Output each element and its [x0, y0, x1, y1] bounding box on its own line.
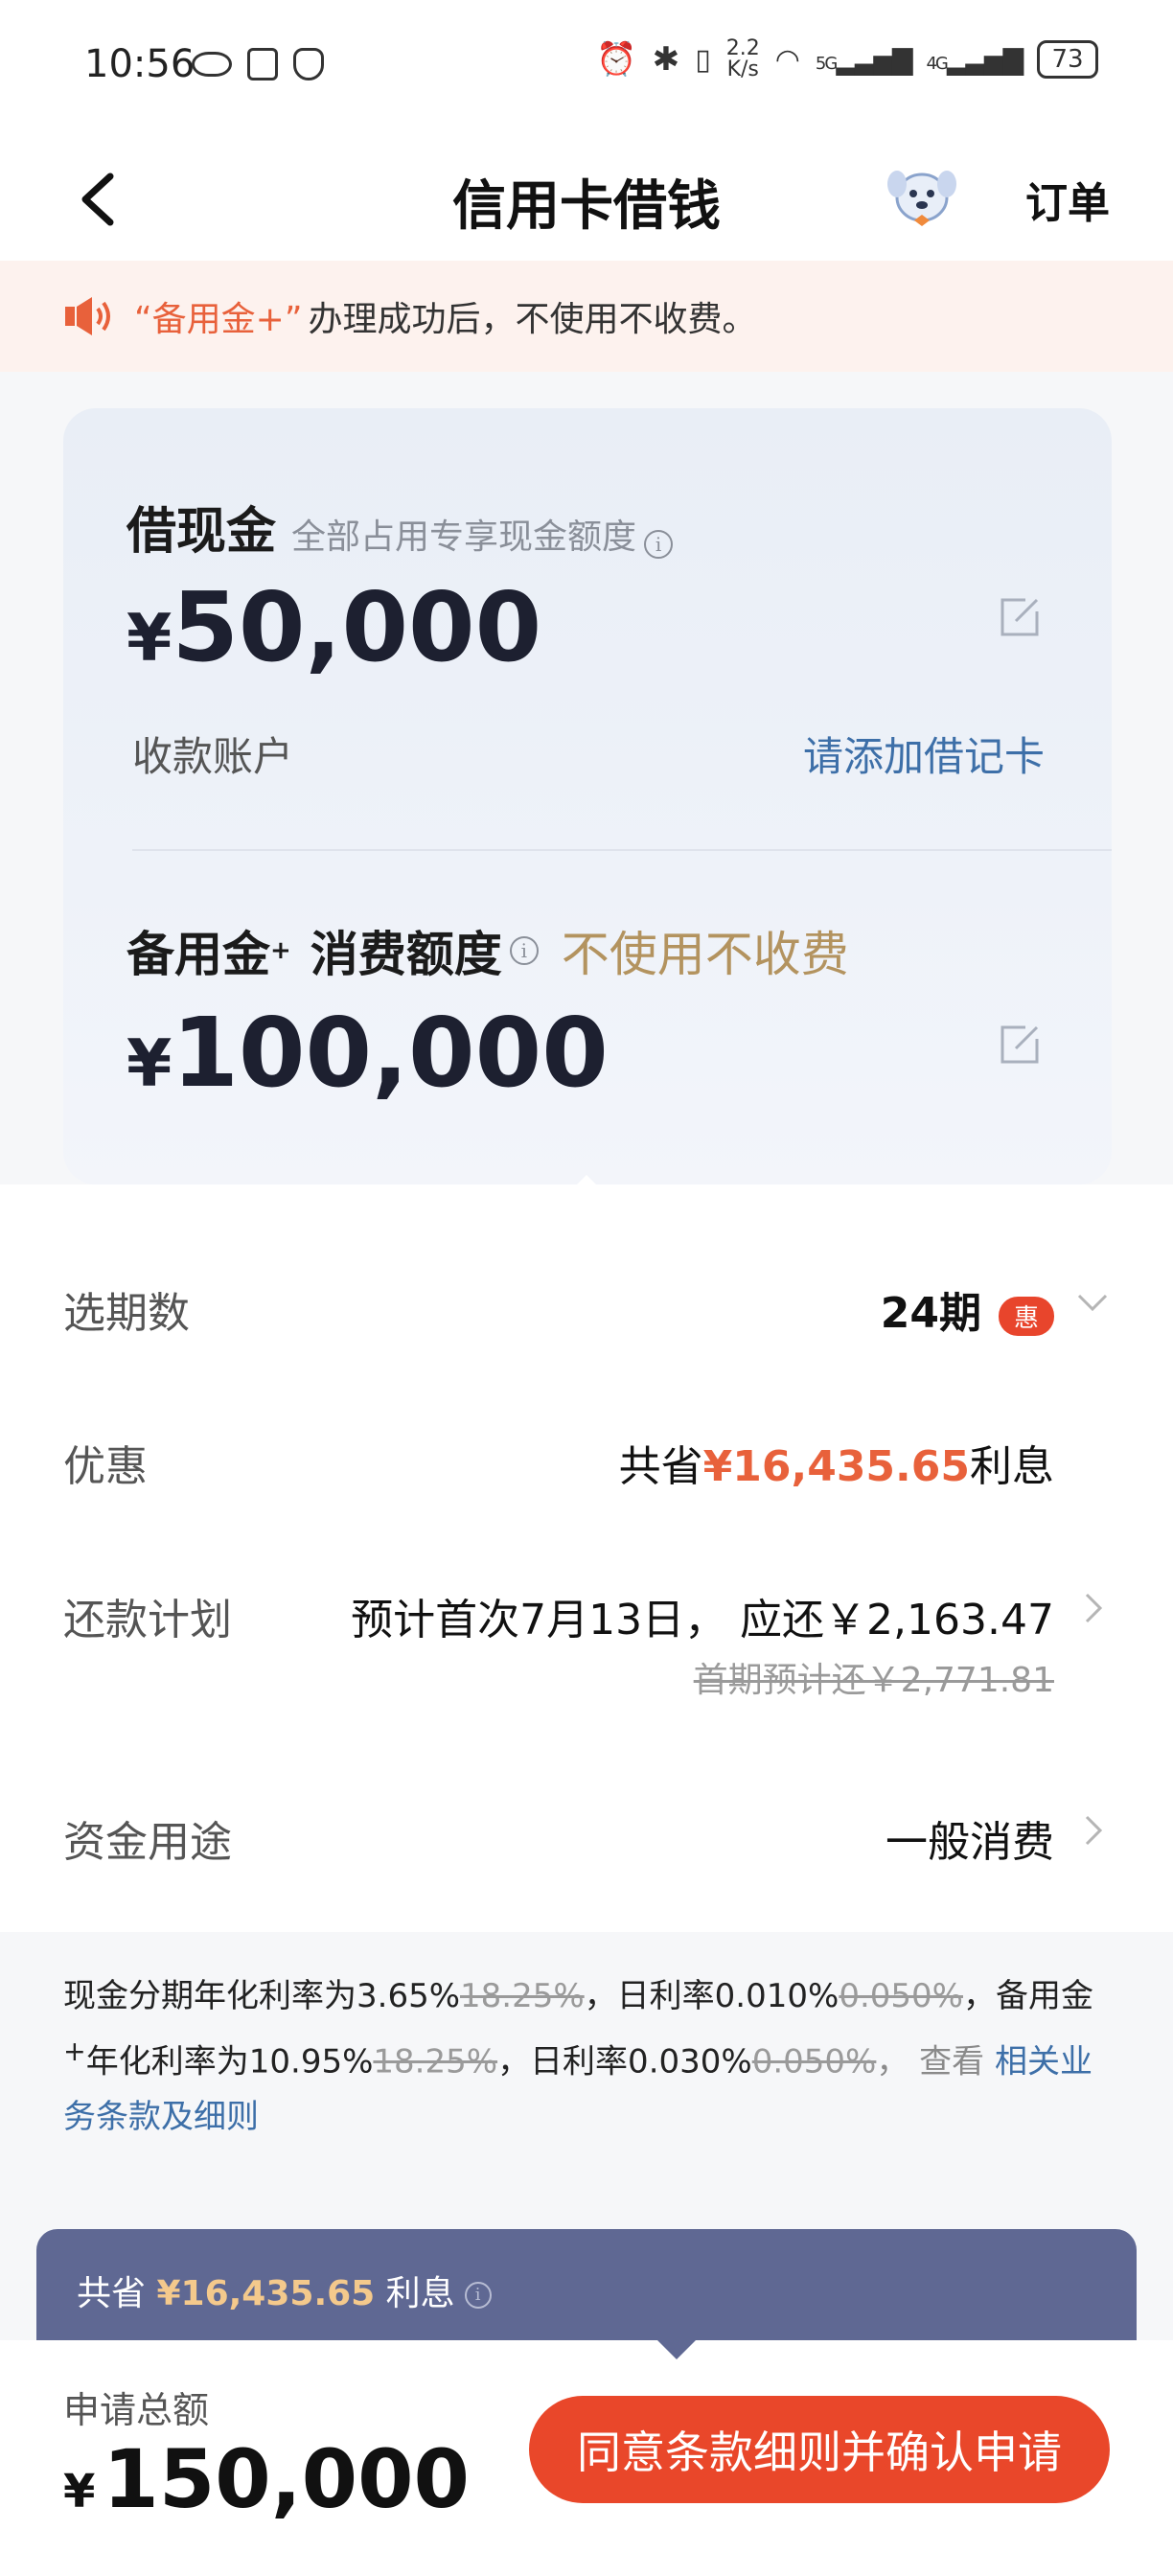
reserve-currency: ¥ [126, 1026, 172, 1102]
reserve-label: 备用金 [126, 927, 270, 982]
cash-label: 借现金 [126, 503, 277, 561]
cash-amount-value: 50,000 [172, 571, 542, 683]
signal-4g-label: 4G [926, 53, 948, 74]
eye-icon [192, 52, 232, 77]
chevron-right-icon[interactable] [1073, 1589, 1112, 1627]
terms-reserve-daily-original: 0.050% [751, 2042, 877, 2082]
notice-bar: “备用金+” 办理成功后，不使用不收费。 [0, 261, 1173, 372]
signal-5g: 5G▂▃▅▇ [815, 43, 913, 76]
terms-reserve-plus: + [63, 2036, 86, 2067]
savings-amount: ¥16,435.65 [156, 2274, 376, 2313]
cash-amount: ¥50,000 [126, 571, 541, 683]
savings-suffix: 利息 [385, 2274, 455, 2313]
status-bar: 10:56 ⏰ ✱ ▯ 2.2 K/s ◠ 5G▂▃▅▇ 4G▂▃▅▇ 73 [0, 0, 1173, 134]
savings-text: 共省 ¥16,435.65 利息 i [77, 2266, 492, 2315]
battery-icon: 73 [1037, 40, 1098, 79]
edit-icon[interactable] [997, 594, 1043, 640]
info-icon[interactable]: i [509, 936, 539, 965]
shield-icon [293, 48, 324, 80]
discount-badge: 惠 [998, 1296, 1054, 1336]
reserve-amount: ¥100,000 [126, 997, 609, 1109]
purpose-row[interactable]: 资金用途 一般消费 [63, 1807, 1112, 1867]
terms-cash-daily-original: 0.050% [839, 1977, 963, 2015]
savings-banner: 共省 ¥16,435.65 利息 i [36, 2229, 1137, 2354]
term-label: 选期数 [63, 1289, 190, 1338]
network-speed: 2.2 K/s [726, 38, 760, 80]
term-value: 24期 [880, 1289, 981, 1338]
bluetooth-icon: ✱ [652, 40, 680, 79]
order-link[interactable]: 订单 [1025, 169, 1110, 230]
chevron-right-icon[interactable] [1073, 1811, 1112, 1850]
discount-amount: ¥16,435.65 [702, 1442, 970, 1491]
page-title: 信用卡借钱 [452, 175, 721, 238]
purpose-value: 一般消费 [886, 1818, 1054, 1867]
add-debit-card-link[interactable]: 请添加借记卡 [803, 724, 1045, 783]
discount-suffix: 利息 [970, 1442, 1054, 1491]
speed-unit: K/s [726, 58, 759, 81]
status-right-icons: ⏰ ✱ ▯ 2.2 K/s ◠ 5G▂▃▅▇ 4G▂▃▅▇ 73 [596, 38, 1098, 80]
terms-reserve-label: ，备用金 [962, 1977, 1093, 2015]
terms-cash-rate: 现金分期年化利率为3.65% [63, 1977, 461, 2015]
cash-sublabel: 全部占用专享现金额度 [291, 518, 637, 557]
alarm-icon: ⏰ [596, 40, 637, 79]
reserve-tag: 不使用不收费 [561, 927, 849, 982]
reserve-plus: + [270, 936, 291, 965]
notice-text: 办理成功后，不使用不收费。 [308, 300, 757, 339]
total-label: 申请总额 [63, 2389, 210, 2431]
bottom-bar: 申请总额 ¥150,000 同意条款细则并确认申请 [0, 2340, 1173, 2576]
nav-bar: 信用卡借钱 订单 [0, 134, 1173, 261]
confirm-apply-button[interactable]: 同意条款细则并确认申请 [529, 2396, 1110, 2503]
total-currency: ¥ [63, 2465, 96, 2518]
edit-icon[interactable] [997, 1022, 1043, 1068]
discount-label: 优惠 [63, 1442, 148, 1491]
total-amount-value: 150,000 [103, 2432, 470, 2526]
cash-currency: ¥ [126, 601, 172, 677]
rate-terms-text: 现金分期年化利率为3.65%18.25%，日利率0.010%0.050%，备用金… [63, 1968, 1117, 2145]
loan-card: 借现金 全部占用专享现金额度 i ¥50,000 收款账户 请添加借记卡 备用金 + … [63, 408, 1112, 1184]
terms-cash-daily: ，日利率0.010% [584, 1977, 840, 2015]
terms-view: ， 查看 [876, 2042, 995, 2082]
reserve-quota-label: 消费额度 [310, 927, 502, 982]
info-icon[interactable]: i [644, 529, 674, 559]
panel-notch [564, 1175, 610, 1198]
repayment-plan-label: 还款计划 [63, 1596, 232, 1644]
savings-prefix: 共省 [77, 2274, 147, 2313]
reserve-amount-value: 100,000 [172, 997, 609, 1109]
purpose-label: 资金用途 [63, 1818, 232, 1867]
page: 10:56 ⏰ ✱ ▯ 2.2 K/s ◠ 5G▂▃▅▇ 4G▂▃▅▇ 73 信 [0, 0, 1173, 2576]
terms-reserve-daily: ，日利率0.030% [497, 2042, 752, 2082]
receive-account-label: 收款账户 [132, 733, 294, 780]
chevron-down-icon[interactable] [1073, 1282, 1112, 1321]
discount-value: 共省¥16,435.65利息 [619, 1432, 1054, 1493]
repayment-plan-row[interactable]: 还款计划 预计首次7月13日， 应还￥2,163.47 首期预计还￥2,771.… [63, 1585, 1112, 1700]
terms-cash-rate-original: 18.25% [460, 1977, 585, 2015]
signal-5g-label: 5G [815, 53, 838, 74]
cash-header: 借现金 全部占用专享现金额度 i [126, 491, 674, 563]
total-amount: ¥150,000 [63, 2432, 470, 2526]
nfc-icon [247, 48, 278, 80]
receive-account-row[interactable]: 收款账户 请添加借记卡 [132, 724, 1045, 782]
repayment-plan-original: 首期预计还￥2,771.81 [693, 1661, 1054, 1700]
repayment-plan-value: 预计首次7月13日， 应还￥2,163.47 [351, 1596, 1054, 1644]
discount-row: 优惠 共省¥16,435.65利息 [63, 1432, 1112, 1491]
wifi-icon: ◠ [774, 42, 800, 77]
signal-4g: 4G▂▃▅▇ [926, 43, 1024, 76]
speaker-icon [65, 297, 110, 335]
status-left-icons [192, 48, 324, 80]
term-value-wrap: 24期惠 [881, 1278, 1054, 1340]
reserve-header: 备用金 + 消费额度 i 不使用不收费 [126, 916, 849, 985]
mascot-icon[interactable] [882, 155, 962, 236]
terms-reserve-rate: 年化利率为10.95% [85, 2042, 374, 2082]
status-time: 10:56 [84, 42, 196, 86]
terms-reserve-rate-original: 18.25% [373, 2042, 498, 2082]
term-row[interactable]: 选期数 24期惠 [63, 1278, 1112, 1338]
notice-highlight: “备用金+” [134, 300, 303, 339]
banner-pointer [656, 2338, 698, 2359]
info-icon[interactable]: i [464, 2282, 492, 2309]
card-divider [132, 849, 1112, 851]
vibrate-icon: ▯ [695, 42, 711, 77]
discount-prefix: 共省 [618, 1442, 703, 1491]
